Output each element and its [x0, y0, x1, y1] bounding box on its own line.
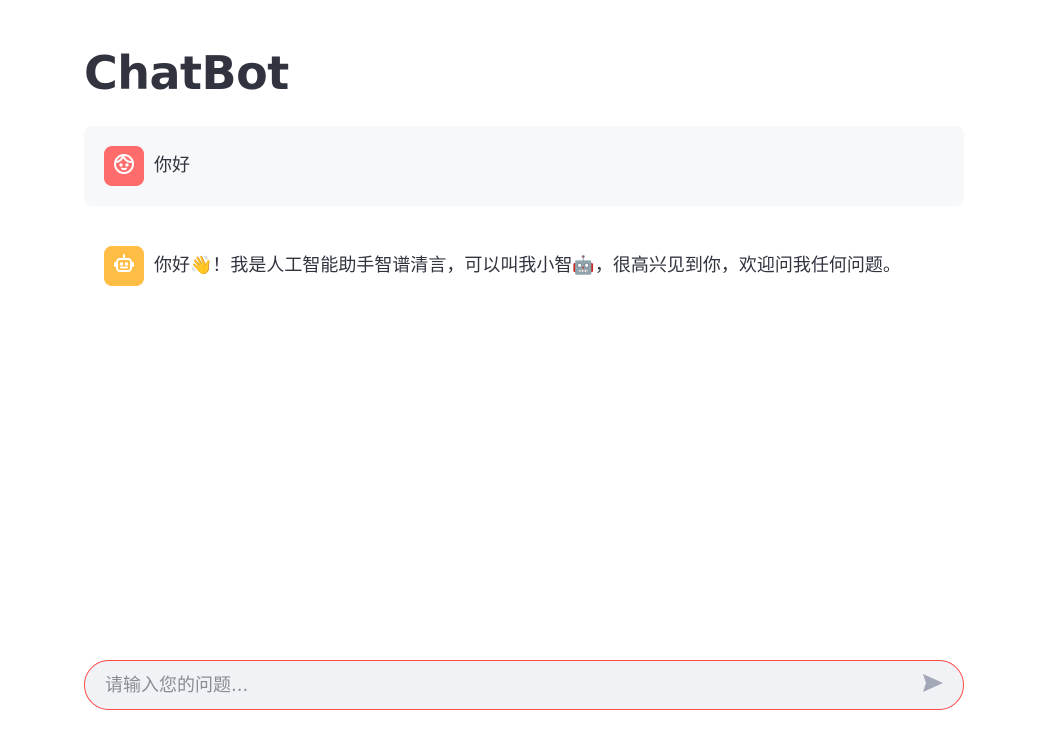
send-button[interactable] — [913, 665, 953, 705]
assistant-avatar — [104, 246, 144, 286]
user-face-icon — [112, 152, 136, 180]
page-title: ChatBot — [84, 46, 289, 100]
message-text: 你好👋！我是人工智能助手智谱清言，可以叫我小智🤖，很高兴见到你，欢迎问我任何问题… — [154, 255, 901, 276]
chat-message-assistant: 你好👋！我是人工智能助手智谱清言，可以叫我小智🤖，很高兴见到你，欢迎问我任何问题… — [84, 226, 964, 306]
chat-app: ChatBot 你好 你好👋！我是人工智能助手智谱清言，可以叫我小智🤖，很高兴见… — [0, 0, 1039, 750]
robot-icon — [112, 252, 136, 280]
send-icon — [921, 671, 945, 699]
user-avatar — [104, 146, 144, 186]
message-text: 你好 — [154, 155, 190, 176]
chat-message-user: 你好 — [84, 126, 964, 206]
chat-input-container — [84, 660, 964, 710]
chat-input[interactable] — [85, 661, 913, 709]
